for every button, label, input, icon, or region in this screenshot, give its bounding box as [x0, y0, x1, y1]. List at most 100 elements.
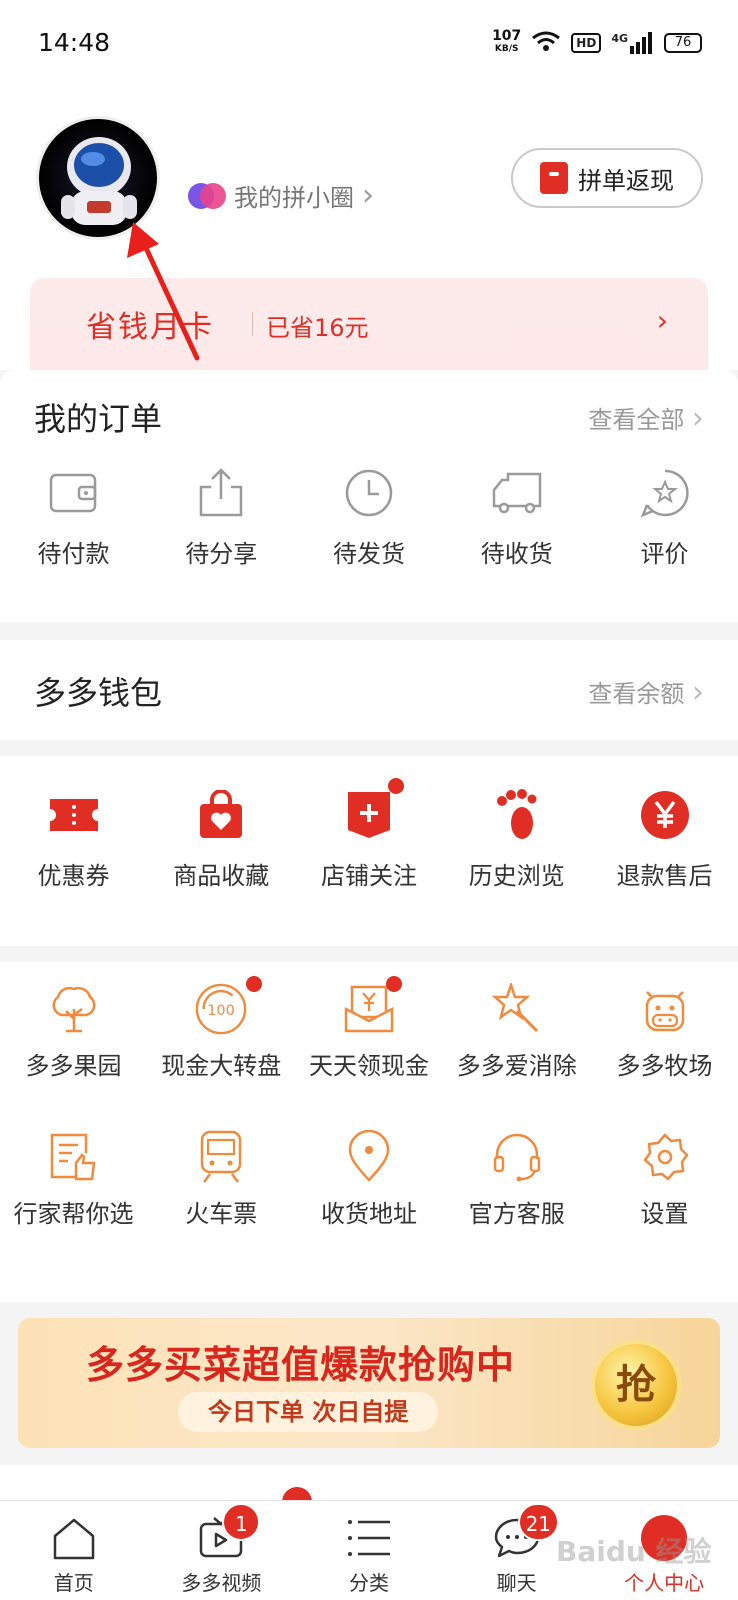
favorites-item[interactable]: 商品收藏 — [148, 788, 295, 891]
tool-label: 行家帮你选 — [13, 1200, 134, 1228]
order-pending-shipment[interactable]: 待发货 — [296, 466, 443, 569]
expert-pick-item[interactable]: 行家帮你选 — [0, 1130, 147, 1229]
savings-title: 省钱月卡 — [86, 310, 214, 345]
chat-badge: 21 — [517, 1503, 560, 1541]
savings-card[interactable]: 省钱月卡 已省16元 › — [30, 278, 708, 378]
order-pending-share[interactable]: 待分享 — [148, 466, 295, 569]
gear-icon — [638, 1130, 692, 1184]
view-balance-label: 查看余额 — [588, 680, 685, 708]
order-pending-receipt[interactable]: 待收货 — [443, 466, 590, 569]
video-icon: 1 — [196, 1503, 261, 1563]
location-pin-icon — [342, 1130, 396, 1184]
clock-icon — [342, 466, 396, 520]
settings-item[interactable]: 设置 — [591, 1130, 738, 1229]
store-follow-item[interactable]: 店铺关注 — [296, 778, 443, 891]
store-follow-icon — [342, 778, 404, 842]
video-badge: 1 — [222, 1503, 261, 1541]
network-speed: 107 KB/S — [492, 28, 522, 54]
status-icons: 107 KB/S HD 4G 76 — [492, 28, 702, 56]
category-list-icon — [344, 1513, 394, 1563]
circle-logo-icon — [188, 182, 226, 209]
wheel-100-icon: 100 — [194, 976, 263, 1036]
tool-label: 收货地址 — [321, 1200, 417, 1228]
tools-row-2: 行家帮你选 火车票 收货地址 官方客服 设置 — [0, 1130, 738, 1229]
customer-service-item[interactable]: 官方客服 — [443, 1130, 590, 1229]
orders-section: 我的订单 查看全部 › 待付款 待分享 待发货 待收货 评价 — [0, 370, 738, 622]
red-packet-icon — [540, 162, 568, 194]
my-circle-label: 我的拼小圈 — [234, 184, 354, 212]
elimination-game-item[interactable]: 多多爱消除 — [443, 982, 590, 1081]
tab-label: 首页 — [53, 1571, 94, 1595]
tool-label: 设置 — [640, 1200, 689, 1228]
chevron-right-icon: › — [692, 401, 704, 436]
chevron-right-icon: › — [362, 178, 374, 213]
refund-item[interactable]: 退款售后 — [591, 788, 738, 891]
tools-section: 多多果园 100 现金大转盘 天天领现金 多多爱消除 多多牧场 行家帮你选 火车… — [0, 962, 738, 1302]
tool-label: 火车票 — [185, 1200, 258, 1228]
cow-icon — [638, 982, 692, 1036]
shipping-address-item[interactable]: 收货地址 — [296, 1130, 443, 1229]
svg-text:100: 100 — [207, 1003, 235, 1019]
train-ticket-item[interactable]: 火车票 — [148, 1130, 295, 1229]
my-circle-link[interactable]: 我的拼小圈 › — [188, 178, 374, 213]
wallet-icon — [47, 466, 101, 520]
tab-label: 个人中心 — [624, 1571, 705, 1595]
promo-title: 多多买菜超值爆款抢购中 — [86, 1343, 516, 1387]
promo-subtitle: 今日下单 次日自提 — [178, 1392, 439, 1432]
tree-icon — [47, 982, 101, 1036]
view-balance-link[interactable]: 查看余额 › — [588, 674, 704, 710]
tab-video[interactable]: 1 多多视频 — [148, 1501, 296, 1600]
hd-icon: HD — [571, 33, 602, 53]
view-all-orders-link[interactable]: 查看全部 › — [588, 400, 704, 436]
service-label: 历史浏览 — [468, 862, 565, 890]
savings-amount: 已省16元 — [266, 314, 369, 342]
tool-label: 多多果园 — [25, 1052, 122, 1080]
share-icon — [194, 466, 248, 520]
favorite-bag-icon — [194, 788, 248, 842]
battery-icon: 76 — [664, 33, 702, 53]
avatar[interactable] — [36, 116, 160, 240]
truck-icon — [490, 466, 544, 520]
group-cashback-label: 拼单返现 — [578, 166, 674, 195]
cash-wheel-item[interactable]: 100 现金大转盘 — [148, 976, 295, 1081]
group-cashback-button[interactable]: 拼单返现 — [511, 148, 703, 208]
footprint-icon — [490, 788, 544, 842]
services-section: 优惠券 商品收藏 店铺关注 历史浏览 退款售后 — [0, 756, 738, 946]
next-section-peek — [0, 1465, 738, 1517]
wifi-icon — [531, 30, 561, 56]
notification-dot — [386, 976, 402, 992]
ranch-item[interactable]: 多多牧场 — [591, 982, 738, 1081]
status-time: 14:48 — [38, 28, 111, 57]
notification-dot — [388, 778, 404, 794]
home-icon — [49, 1513, 99, 1563]
tab-label: 多多视频 — [181, 1571, 262, 1595]
wallet-title: 多多钱包 — [34, 674, 163, 712]
grocery-promo-banner[interactable]: 多多买菜超值爆款抢购中 今日下单 次日自提 抢 — [18, 1318, 720, 1448]
chevron-right-icon: › — [692, 675, 704, 710]
refund-yen-icon — [638, 788, 692, 842]
order-pending-payment[interactable]: 待付款 — [0, 466, 147, 569]
headset-icon — [490, 1130, 544, 1184]
notification-dot — [246, 976, 263, 992]
tab-home[interactable]: 首页 — [0, 1501, 148, 1600]
wallet-section[interactable]: 多多钱包 查看余额 › — [0, 640, 738, 740]
tools-row-1: 多多果园 100 现金大转盘 天天领现金 多多爱消除 多多牧场 — [0, 976, 738, 1081]
tool-label: 官方客服 — [468, 1200, 565, 1228]
order-review[interactable]: 评价 — [591, 466, 738, 569]
train-icon — [194, 1130, 248, 1184]
orchard-item[interactable]: 多多果园 — [0, 982, 147, 1081]
order-label: 待收货 — [480, 540, 553, 568]
history-item[interactable]: 历史浏览 — [443, 788, 590, 891]
coupons-item[interactable]: 优惠券 — [0, 788, 147, 891]
signal-icon: 4G — [611, 32, 654, 54]
tab-category[interactable]: 分类 — [295, 1501, 443, 1600]
grab-button[interactable]: 抢 — [591, 1340, 681, 1430]
tool-label: 天天领现金 — [309, 1052, 429, 1080]
service-label: 商品收藏 — [173, 862, 270, 890]
order-label: 待分享 — [185, 540, 258, 568]
daily-cash-item[interactable]: 天天领现金 — [296, 976, 443, 1081]
tool-label: 现金大转盘 — [161, 1052, 282, 1080]
tool-label: 多多牧场 — [616, 1052, 713, 1080]
view-all-label: 查看全部 — [588, 406, 685, 434]
tool-label: 多多爱消除 — [456, 1052, 577, 1080]
